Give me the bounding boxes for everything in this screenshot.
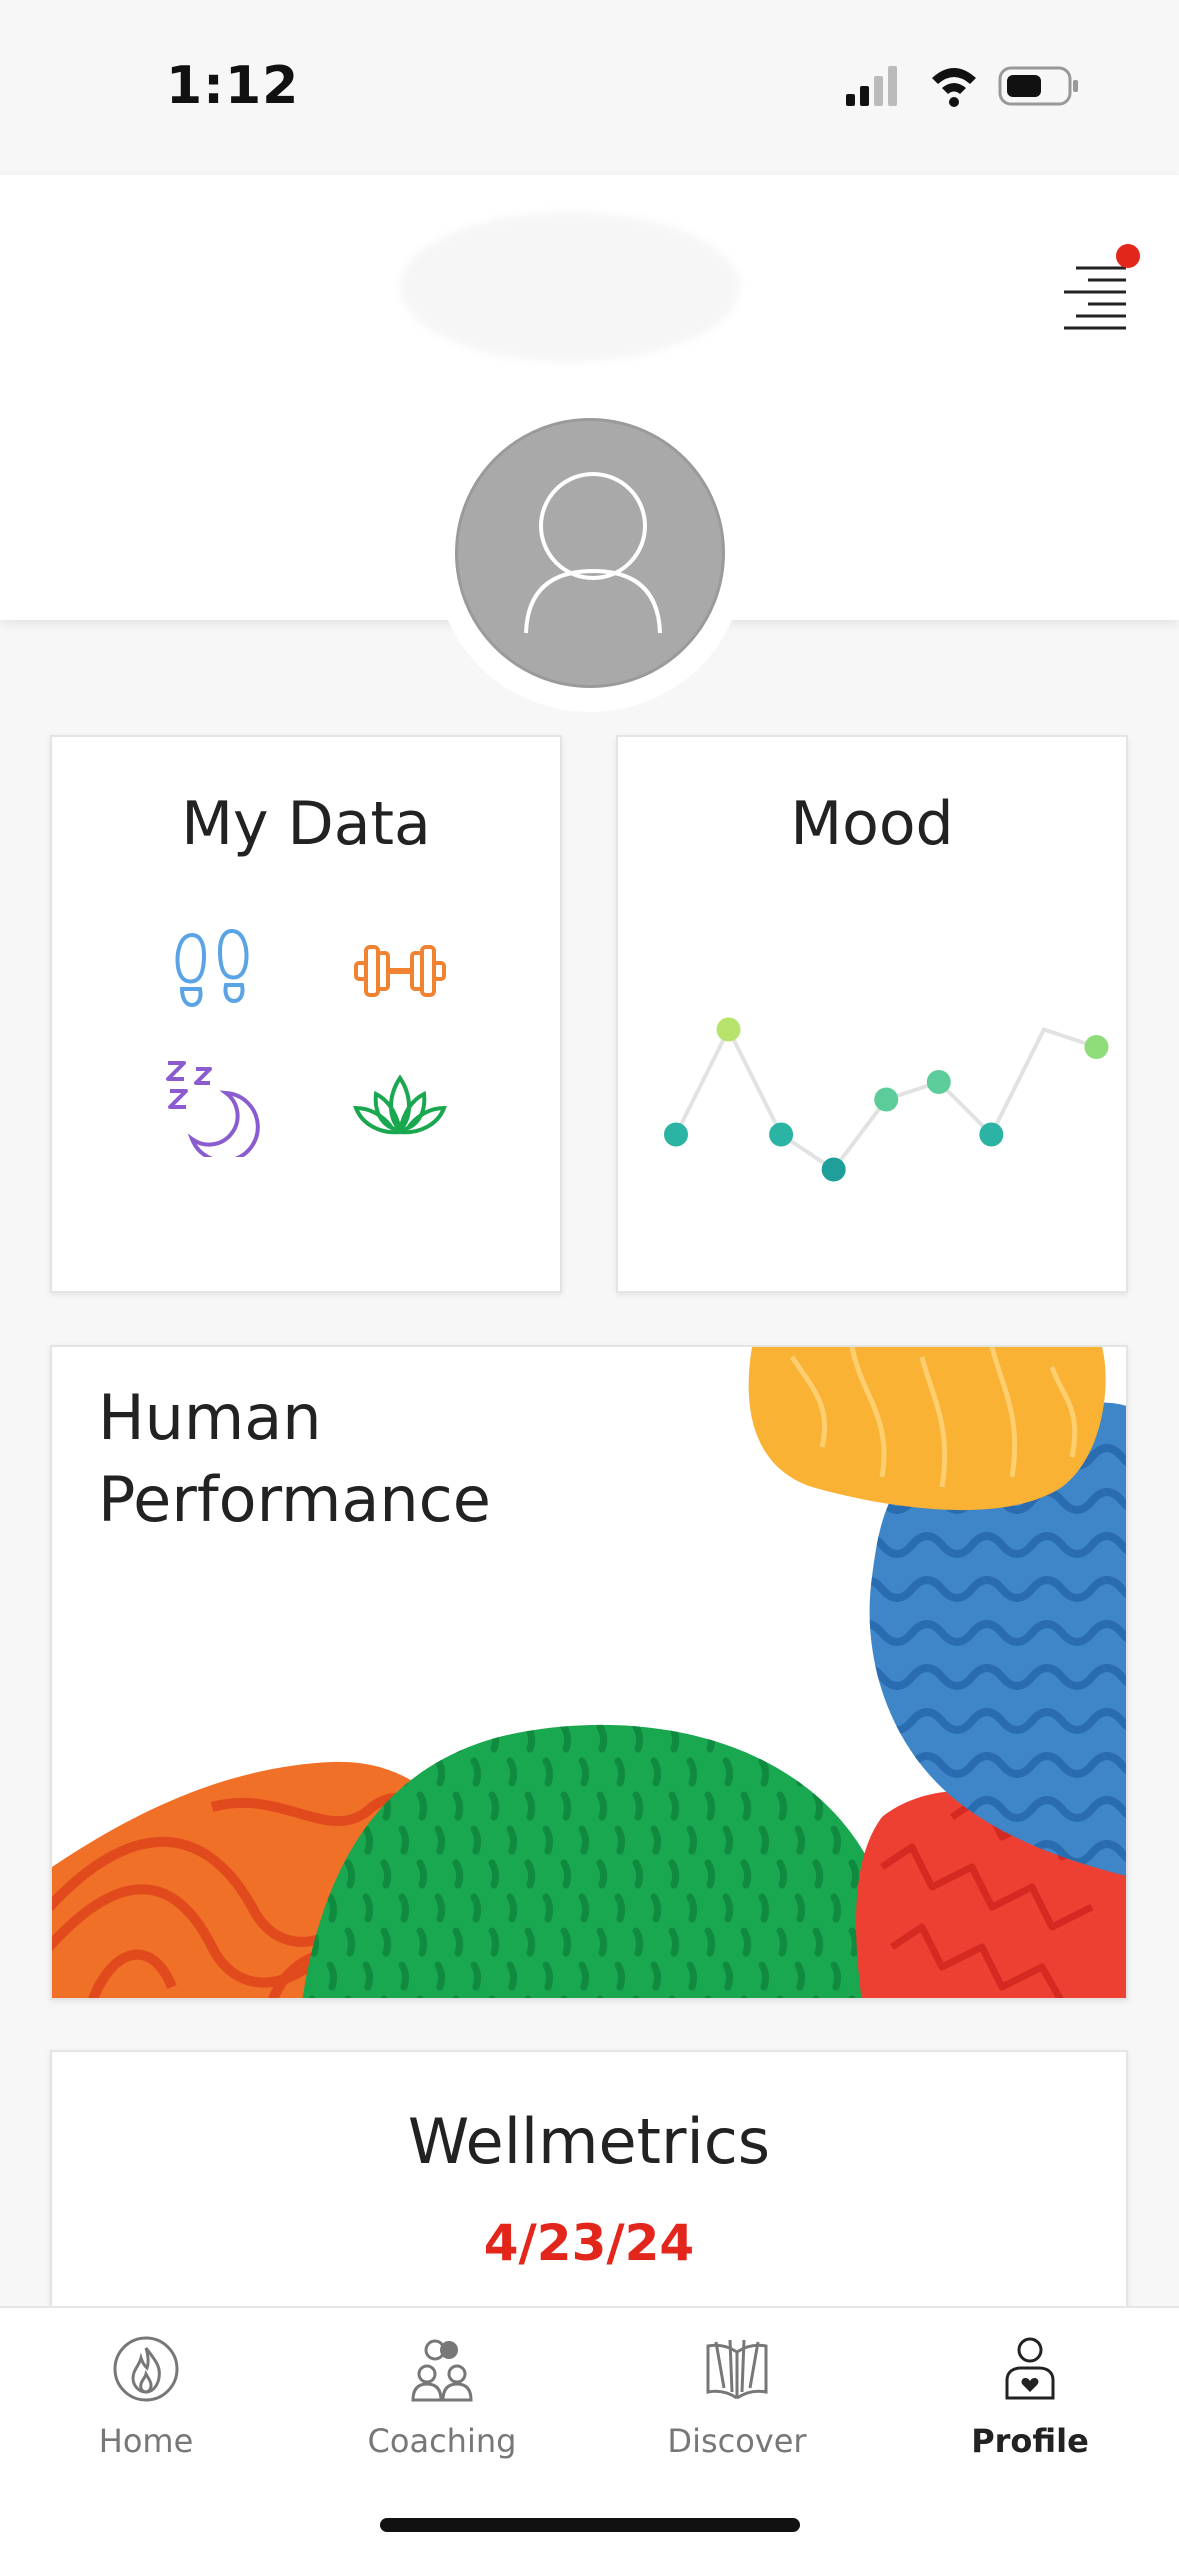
status-bar: 1:12: [0, 0, 1179, 175]
lotus-icon: [353, 1074, 447, 1135]
wifi-icon: [932, 68, 976, 107]
tab-coaching[interactable]: Coaching: [342, 2324, 542, 2474]
tab-profile[interactable]: Profile: [930, 2324, 1130, 2474]
profile-heart-icon: [1005, 2337, 1055, 2400]
notification-dot: [1116, 244, 1140, 268]
book-icon: [706, 2339, 768, 2400]
mood-chart: [664, 1017, 1109, 1182]
home-indicator: [380, 2518, 800, 2532]
tab-home[interactable]: Home: [46, 2324, 246, 2474]
my-data-card[interactable]: My Data: [50, 735, 562, 1293]
mood-point: [716, 1017, 741, 1042]
human-performance-card[interactable]: Human Performance: [50, 1345, 1128, 2000]
mood-title: Mood: [790, 789, 954, 859]
mood-point: [979, 1122, 1004, 1147]
sleep-moon-icon: [166, 1061, 260, 1157]
tab-discover-label: Discover: [667, 2422, 807, 2460]
mood-point: [664, 1122, 688, 1147]
my-data-title: My Data: [181, 789, 431, 859]
wellmetrics-date: 4/23/24: [483, 2214, 695, 2272]
signal-icon: [846, 66, 897, 106]
wellmetrics-title: Wellmetrics: [407, 2105, 771, 2178]
people-icon: [411, 2339, 473, 2402]
mood-point: [874, 1087, 899, 1112]
battery-icon: [998, 66, 1078, 106]
yellow-blob: [748, 1347, 1106, 1511]
mood-card[interactable]: Mood: [616, 735, 1128, 1293]
dumbbell-icon: [354, 945, 446, 997]
brand-logo: [400, 212, 740, 362]
tab-coaching-label: Coaching: [367, 2422, 517, 2460]
status-time: 1:12: [166, 56, 300, 116]
mood-point: [821, 1157, 846, 1182]
avatar[interactable]: [455, 418, 725, 688]
flame-icon: [113, 2336, 179, 2402]
mood-point: [769, 1122, 794, 1147]
tab-profile-label: Profile: [971, 2422, 1089, 2460]
human-performance-title: Human Performance: [98, 1381, 491, 1536]
footsteps-icon: [175, 928, 249, 1008]
tab-discover[interactable]: Discover: [637, 2324, 837, 2474]
mood-point: [926, 1070, 951, 1094]
mood-point: [1084, 1035, 1109, 1059]
status-icons: [846, 66, 1078, 107]
user-placeholder-icon: [524, 472, 662, 634]
tab-home-label: Home: [98, 2422, 194, 2460]
green-blob: [302, 1724, 887, 1998]
